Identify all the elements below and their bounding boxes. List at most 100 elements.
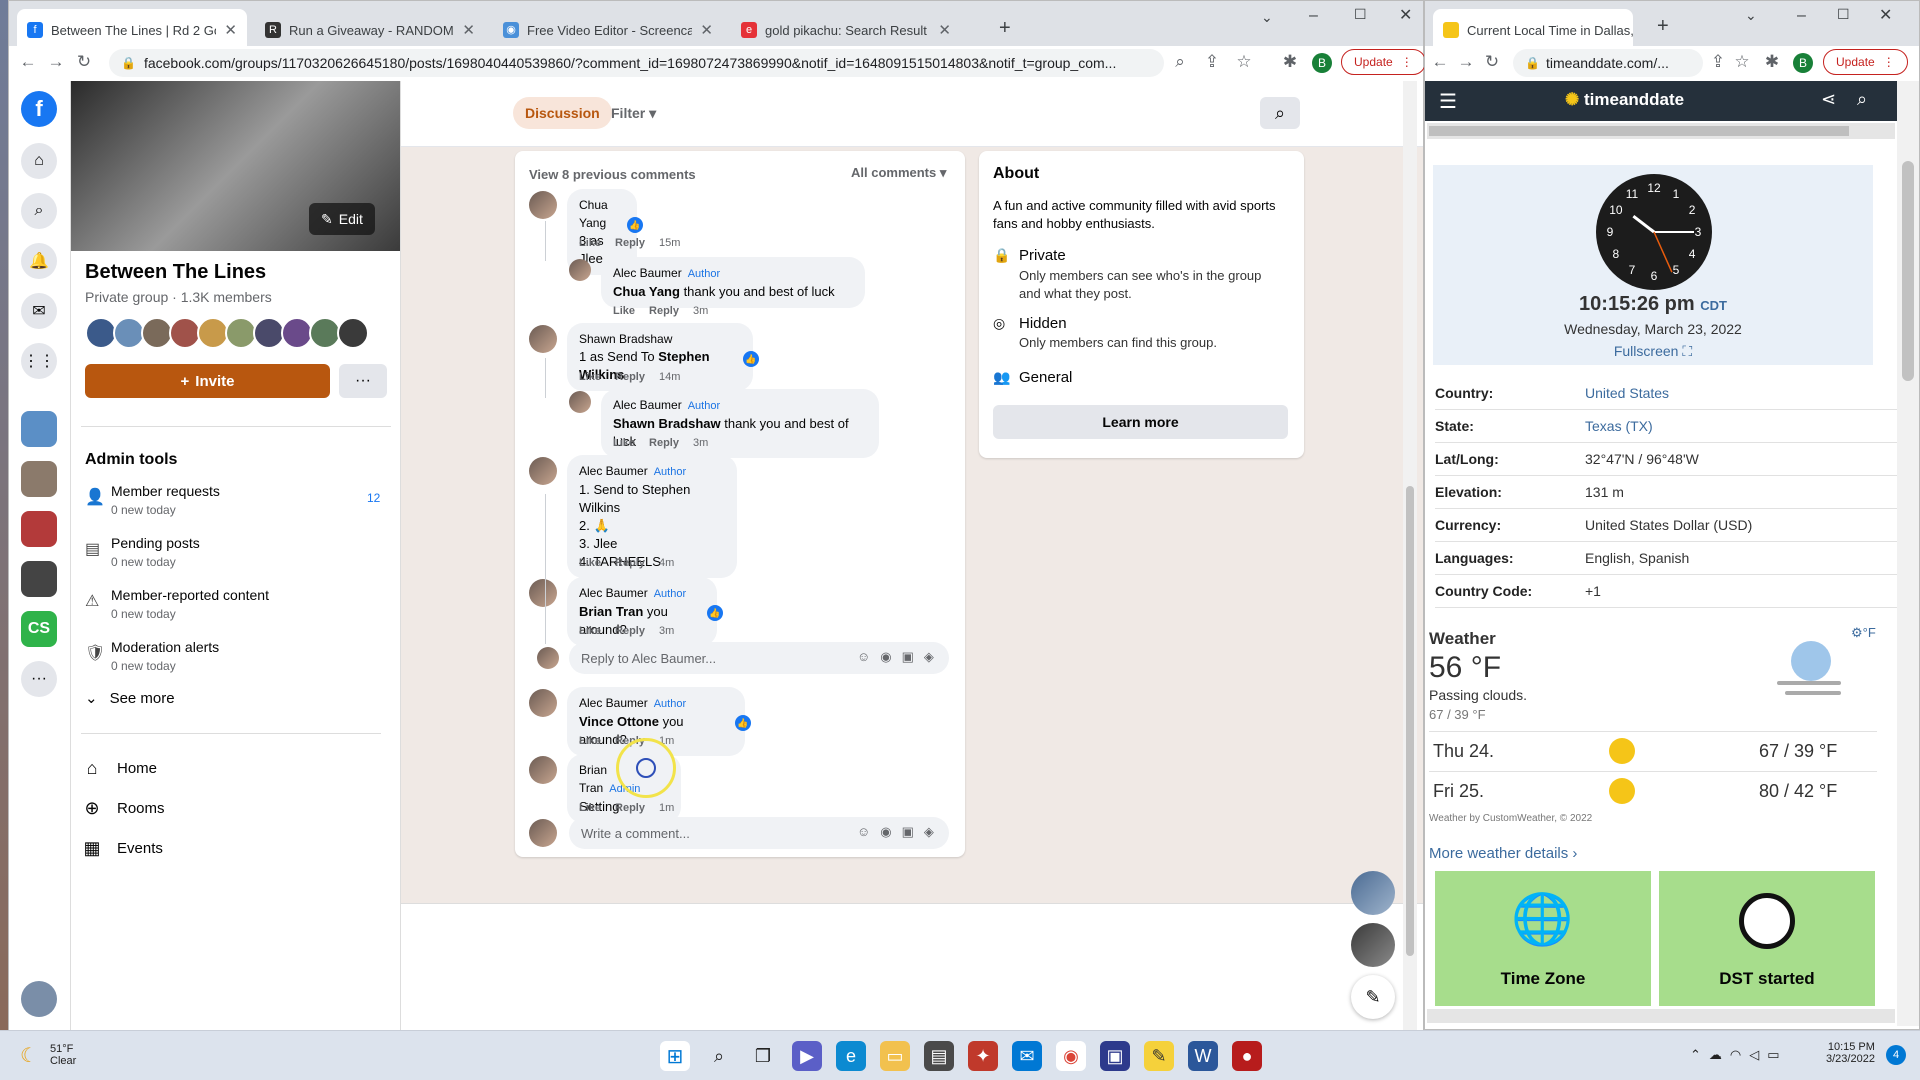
home-icon[interactable]: ⌂ <box>21 143 57 179</box>
commenter-name[interactable]: Alec Baumer Author <box>579 462 725 481</box>
tab-timeanddate[interactable]: Current Local Time in Dallas,✕ <box>1433 9 1633 51</box>
group-shortcut-1[interactable] <box>21 411 57 447</box>
see-more-button[interactable]: ⌄ See more <box>85 689 175 708</box>
scrollbar-thumb[interactable] <box>1902 161 1914 381</box>
like-link[interactable]: Like <box>613 437 635 449</box>
reply-link[interactable]: Reply <box>649 437 679 449</box>
new-tab-button[interactable]: + <box>1657 15 1669 38</box>
member-avatar[interactable] <box>337 317 369 349</box>
puzzle-extensions-icon[interactable]: ✱ <box>1279 52 1301 72</box>
learn-more-button[interactable]: Learn more <box>993 405 1288 439</box>
forward-icon[interactable]: → <box>1455 52 1477 72</box>
reply-tools-icons[interactable]: ☺◉▣◈ <box>857 649 944 665</box>
more-options-button[interactable]: ··· <box>339 364 387 398</box>
time-zone-tile[interactable]: 🌐 Time Zone <box>1435 871 1651 1006</box>
like-link[interactable]: Like <box>579 735 601 747</box>
bookmark-star-icon[interactable]: ☆ <box>1731 52 1753 72</box>
comment-field[interactable]: Write a comment... ☺◉▣◈ <box>569 817 949 849</box>
close-window-button[interactable]: ✕ <box>1879 5 1892 25</box>
nav-home[interactable]: ⌂ Home <box>81 751 381 785</box>
commenter-name[interactable]: Alec Baumer Author <box>613 396 867 415</box>
commenter-name-text[interactable]: Alec Baumer <box>579 586 648 600</box>
tab-4[interactable]: e gold pikachu: Search Result | eBa ✕ <box>731 9 961 51</box>
mention-link[interactable]: Brian Tran <box>579 604 643 619</box>
search-icon[interactable]: ⌕ <box>1857 89 1867 110</box>
new-tab-button[interactable]: + <box>999 17 1011 40</box>
group-shortcut-2[interactable] <box>21 461 57 497</box>
close-tab-icon[interactable]: ✕ <box>700 21 713 39</box>
like-link[interactable]: Like <box>579 802 601 814</box>
update-button[interactable]: Update ⋮ <box>1823 49 1908 75</box>
site-logo[interactable]: ✺ timeanddate <box>1565 90 1684 110</box>
gift-app-icon[interactable]: ✦ <box>968 1041 998 1071</box>
group-shortcut-4[interactable] <box>21 561 57 597</box>
forward-icon[interactable]: → <box>45 52 67 72</box>
commenter-name[interactable]: Alec Baumer Author <box>579 584 705 603</box>
zoom-app-icon[interactable]: ▣ <box>1100 1041 1130 1071</box>
tab-search-icon[interactable]: ⌄ <box>1261 9 1273 26</box>
word-icon[interactable]: W <box>1188 1041 1218 1071</box>
commenter-name-text[interactable]: Alec Baumer <box>613 266 682 280</box>
commenter-avatar[interactable] <box>569 259 591 281</box>
group-shortcut-3[interactable] <box>21 511 57 547</box>
share-icon[interactable]: ⇪ <box>1707 52 1729 72</box>
reply-field[interactable]: Reply to Alec Baumer... ☺◉▣◈ <box>569 642 949 674</box>
commenter-avatar[interactable] <box>529 457 557 485</box>
tab-1[interactable]: f Between The Lines | Rd 2 Gorma ✕ <box>17 9 247 51</box>
reload-icon[interactable]: ↻ <box>73 52 95 72</box>
zoom-icon[interactable]: ⌕ <box>1169 52 1191 72</box>
reply-link[interactable]: Reply <box>615 802 645 814</box>
mention-link[interactable]: Shawn Bradshaw <box>613 416 721 431</box>
commenter-avatar[interactable] <box>569 391 591 413</box>
horizontal-scrollbar-bottom[interactable] <box>1427 1009 1895 1023</box>
teams-chat-icon[interactable]: ▶ <box>792 1041 822 1071</box>
menu-grid-icon[interactable]: ⋮⋮ <box>21 343 57 379</box>
maximize-button[interactable]: ☐ <box>1837 6 1850 23</box>
edge-icon[interactable]: e <box>836 1041 866 1071</box>
scrollbar[interactable] <box>1403 81 1417 1031</box>
system-tray-icons[interactable]: ⌃☁◠◁▭ <box>1690 1047 1788 1063</box>
group-search-icon[interactable]: ⌕ <box>1260 97 1300 129</box>
info-link[interactable]: Texas (TX) <box>1585 418 1653 434</box>
start-windows-icon[interactable]: ⊞ <box>660 1041 690 1071</box>
share-icon[interactable]: ⋖ <box>1821 89 1836 110</box>
close-tab-icon[interactable]: ✕ <box>224 21 237 39</box>
new-message-icon[interactable]: ✎ <box>1351 975 1395 1019</box>
info-link[interactable]: United States <box>1585 385 1669 401</box>
horizontal-scrollbar[interactable] <box>1427 123 1895 139</box>
admin-item-person-add[interactable]: 👤 Member requests 0 new today 12 <box>81 481 391 527</box>
back-icon[interactable]: ← <box>1429 52 1451 72</box>
hamburger-menu-icon[interactable]: ☰ <box>1439 89 1457 114</box>
task-view-icon[interactable]: ❐ <box>748 1041 778 1071</box>
like-link[interactable]: Like <box>613 305 635 317</box>
fullscreen-link[interactable]: Fullscreen ⛶ <box>1433 343 1873 360</box>
view-previous-comments[interactable]: View 8 previous comments <box>529 167 696 182</box>
clock-area[interactable]: 10:15 PM 3/23/2022 <box>1826 1041 1875 1065</box>
address-bar[interactable]: 🔒 facebook.com/groups/1170320626645180/p… <box>109 49 1164 77</box>
tab-2[interactable]: R Run a Giveaway - RANDOM.ORG ✕ <box>255 9 485 51</box>
commenter-name-text[interactable]: Chua Yang <box>579 198 608 230</box>
notes-icon[interactable]: ✎ <box>1144 1041 1174 1071</box>
puzzle-extensions-icon[interactable]: ✱ <box>1761 52 1783 72</box>
more-weather-link[interactable]: More weather details › <box>1429 845 1577 862</box>
tab-3[interactable]: ◉ Free Video Editor - Screencast-O ✕ <box>493 9 723 51</box>
commenter-name[interactable]: Shawn Bradshaw <box>579 330 741 348</box>
member-avatars[interactable] <box>85 317 385 349</box>
scrollbar-thumb[interactable] <box>1429 126 1849 136</box>
commenter-name[interactable]: Alec Baumer Author <box>613 264 853 283</box>
commenter-name[interactable]: Alec Baumer Author <box>579 694 733 713</box>
vertical-scrollbar[interactable] <box>1897 81 1919 1026</box>
minimize-button[interactable]: – <box>1309 7 1318 25</box>
reply-link[interactable]: Reply <box>649 305 679 317</box>
commenter-name[interactable]: Chua Yang <box>579 196 625 232</box>
filter-button[interactable]: Filter ▾ <box>611 105 656 122</box>
group-name[interactable]: Between The Lines <box>85 261 266 284</box>
mail-icon[interactable]: ✉ <box>1012 1041 1042 1071</box>
weather-widget[interactable]: 51°F Clear <box>50 1043 76 1067</box>
group-shortcut-5[interactable]: CS <box>21 611 57 647</box>
scrollbar-thumb[interactable] <box>1406 486 1414 956</box>
invite-button[interactable]: + Invite <box>85 364 330 398</box>
reply-link[interactable]: Reply <box>615 625 645 637</box>
mention-link[interactable]: Chua Yang <box>613 284 680 299</box>
search-icon[interactable]: ⌕ <box>21 193 57 229</box>
